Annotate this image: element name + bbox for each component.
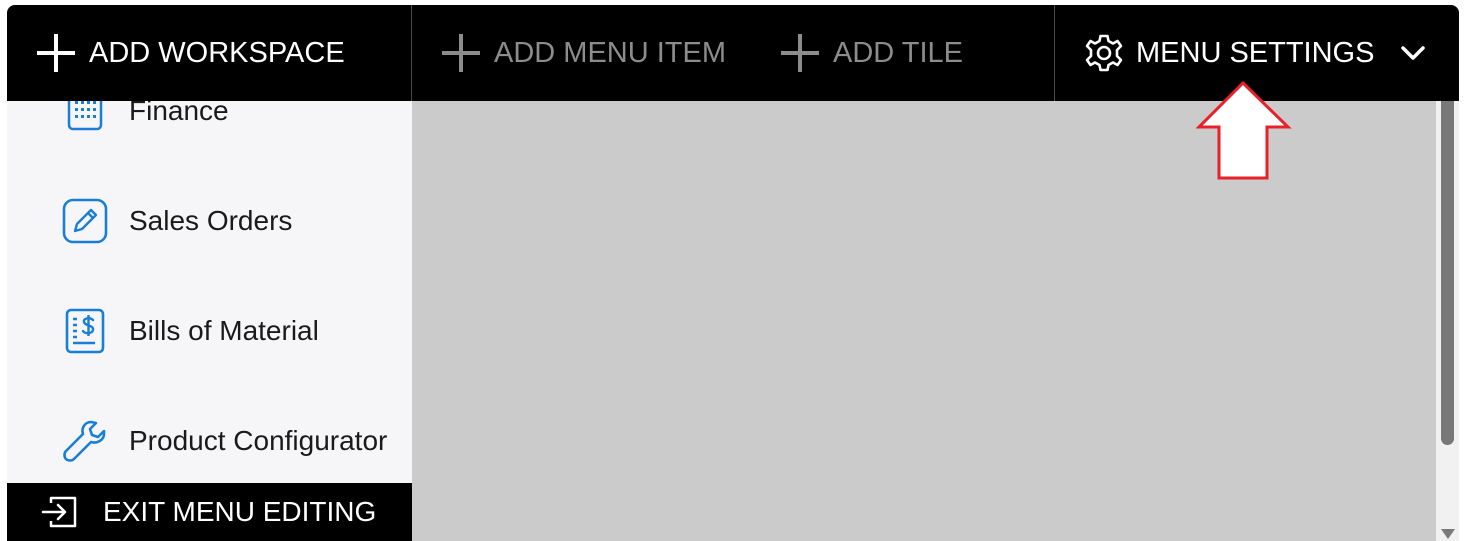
exit-icon xyxy=(41,494,79,530)
add-workspace-label: ADD WORKSPACE xyxy=(89,36,345,69)
sidebar-item-sales-orders[interactable]: Sales Orders xyxy=(7,166,412,276)
add-menu-item-button[interactable]: ADD MENU ITEM xyxy=(440,5,726,101)
sidebar: Finance Sales Orders Bills of Material P… xyxy=(7,101,412,541)
wrench-icon xyxy=(61,417,109,465)
red-arrow-callout-icon xyxy=(1195,80,1292,187)
sidebar-item-label: Sales Orders xyxy=(129,205,293,236)
plus-icon xyxy=(35,32,77,74)
plus-icon xyxy=(440,32,482,74)
calculator-icon xyxy=(61,101,109,135)
toolbar-divider xyxy=(411,5,412,101)
sidebar-item-finance[interactable]: Finance xyxy=(7,101,412,166)
plus-icon xyxy=(779,32,821,74)
toolbar-divider xyxy=(1054,5,1055,101)
add-tile-label: ADD TILE xyxy=(833,36,964,69)
sidebar-item-label: Bills of Material xyxy=(129,315,319,346)
sidebar-item-bills-of-material[interactable]: Bills of Material xyxy=(7,276,412,386)
add-workspace-button[interactable]: ADD WORKSPACE xyxy=(35,5,345,101)
scroll-down-arrow-icon[interactable] xyxy=(1441,529,1455,539)
exit-menu-editing-button[interactable]: EXIT MENU EDITING xyxy=(7,483,412,541)
add-tile-button[interactable]: ADD TILE xyxy=(779,5,963,101)
chevron-down-icon xyxy=(1400,44,1426,62)
invoice-dollar-icon xyxy=(61,307,109,355)
menu-settings-label: MENU SETTINGS xyxy=(1136,36,1375,69)
sidebar-item-label: Product Configurator xyxy=(129,425,388,456)
vertical-scrollbar[interactable] xyxy=(1436,101,1459,541)
sidebar-item-product-configurator[interactable]: Product Configurator xyxy=(7,386,412,496)
add-menu-item-label: ADD MENU ITEM xyxy=(494,36,726,69)
gear-icon xyxy=(1084,33,1124,73)
scrollbar-thumb[interactable] xyxy=(1441,101,1454,445)
edit-pencil-icon xyxy=(61,197,109,245)
exit-menu-editing-label: EXIT MENU EDITING xyxy=(103,496,377,527)
sidebar-item-label: Finance xyxy=(129,101,229,126)
